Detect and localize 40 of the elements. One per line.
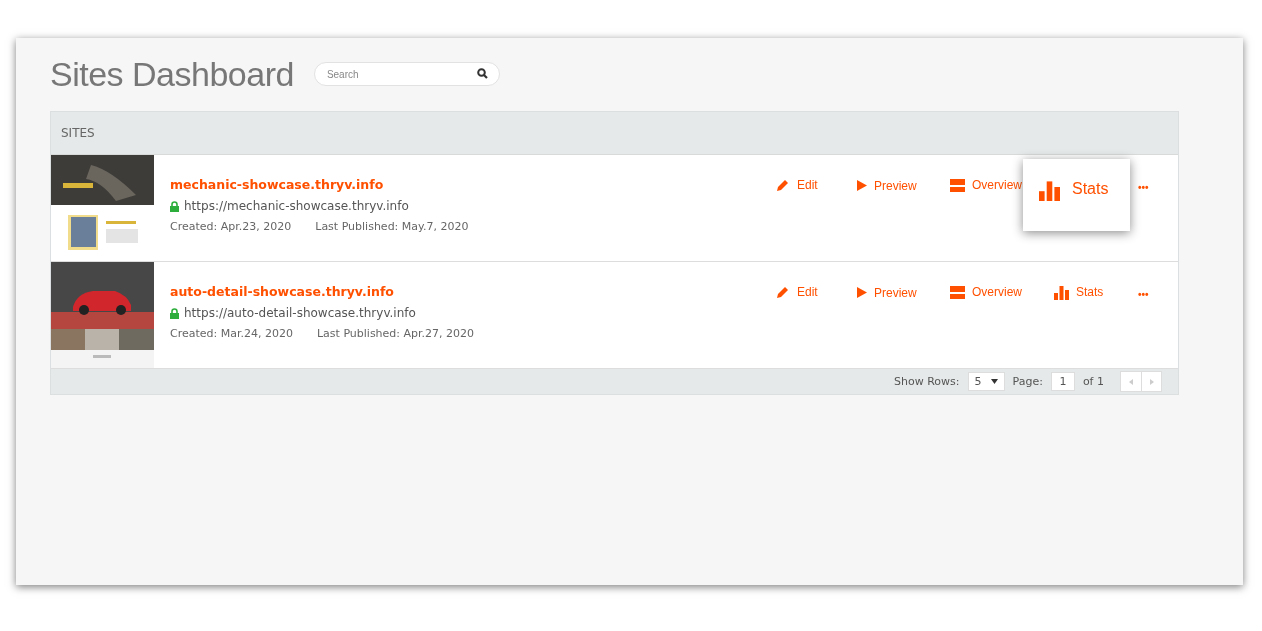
site-url: https://auto-detail-showcase.thryv.info bbox=[184, 306, 416, 320]
page-field[interactable]: 1 bbox=[1050, 372, 1075, 391]
play-icon bbox=[857, 287, 867, 298]
page-total: of 1 bbox=[1082, 375, 1104, 388]
pencil-icon bbox=[776, 178, 790, 192]
overview-link[interactable]: Overview bbox=[950, 177, 1022, 193]
edit-link[interactable]: Edit bbox=[776, 177, 818, 193]
show-rows-label: Show Rows: bbox=[894, 375, 960, 388]
page-label: Page: bbox=[1012, 375, 1043, 388]
search-icon bbox=[476, 68, 488, 79]
caret-icon bbox=[990, 379, 998, 384]
overview-link[interactable]: Overview bbox=[950, 284, 1022, 300]
layout-icon bbox=[950, 285, 965, 299]
created-date: Created: Mar.24, 2020 bbox=[170, 327, 293, 340]
site-url: https://mechanic-showcase.thryv.info bbox=[184, 199, 409, 213]
site-name-link[interactable]: auto-detail-showcase.thryv.info bbox=[170, 284, 776, 299]
layout-icon bbox=[950, 178, 965, 192]
lock-icon bbox=[170, 200, 179, 212]
preview-link[interactable]: Preview bbox=[857, 284, 917, 301]
stats-link[interactable]: Stats bbox=[1023, 159, 1130, 231]
edit-link[interactable]: Edit bbox=[776, 284, 818, 300]
site-name-link[interactable]: mechanic-showcase.thryv.info bbox=[170, 177, 776, 192]
created-date: Created: Apr.23, 2020 bbox=[170, 220, 292, 233]
right-arrow-icon bbox=[1149, 378, 1154, 385]
bar-chart-icon bbox=[1054, 284, 1069, 300]
lock-icon bbox=[170, 307, 179, 319]
published-date: Last Published: Apr.27, 2020 bbox=[316, 327, 475, 340]
left-arrow-icon bbox=[1129, 378, 1133, 385]
pencil-icon bbox=[776, 285, 790, 299]
page-title: Sites Dashboard bbox=[50, 54, 294, 94]
bar-chart-icon bbox=[1039, 180, 1060, 201]
rows-select[interactable]: 5 bbox=[967, 372, 1005, 391]
preview-link[interactable]: Preview bbox=[857, 177, 917, 194]
more-link[interactable]: ••• bbox=[1138, 179, 1149, 196]
play-icon bbox=[857, 180, 867, 191]
more-link[interactable]: ••• bbox=[1138, 286, 1149, 303]
table-header: SITES bbox=[51, 112, 1178, 155]
stats-link[interactable]: Stats bbox=[1054, 284, 1104, 300]
published-date: Last Published: May.7, 2020 bbox=[315, 220, 469, 233]
search-field[interactable]: Search bbox=[313, 62, 500, 86]
